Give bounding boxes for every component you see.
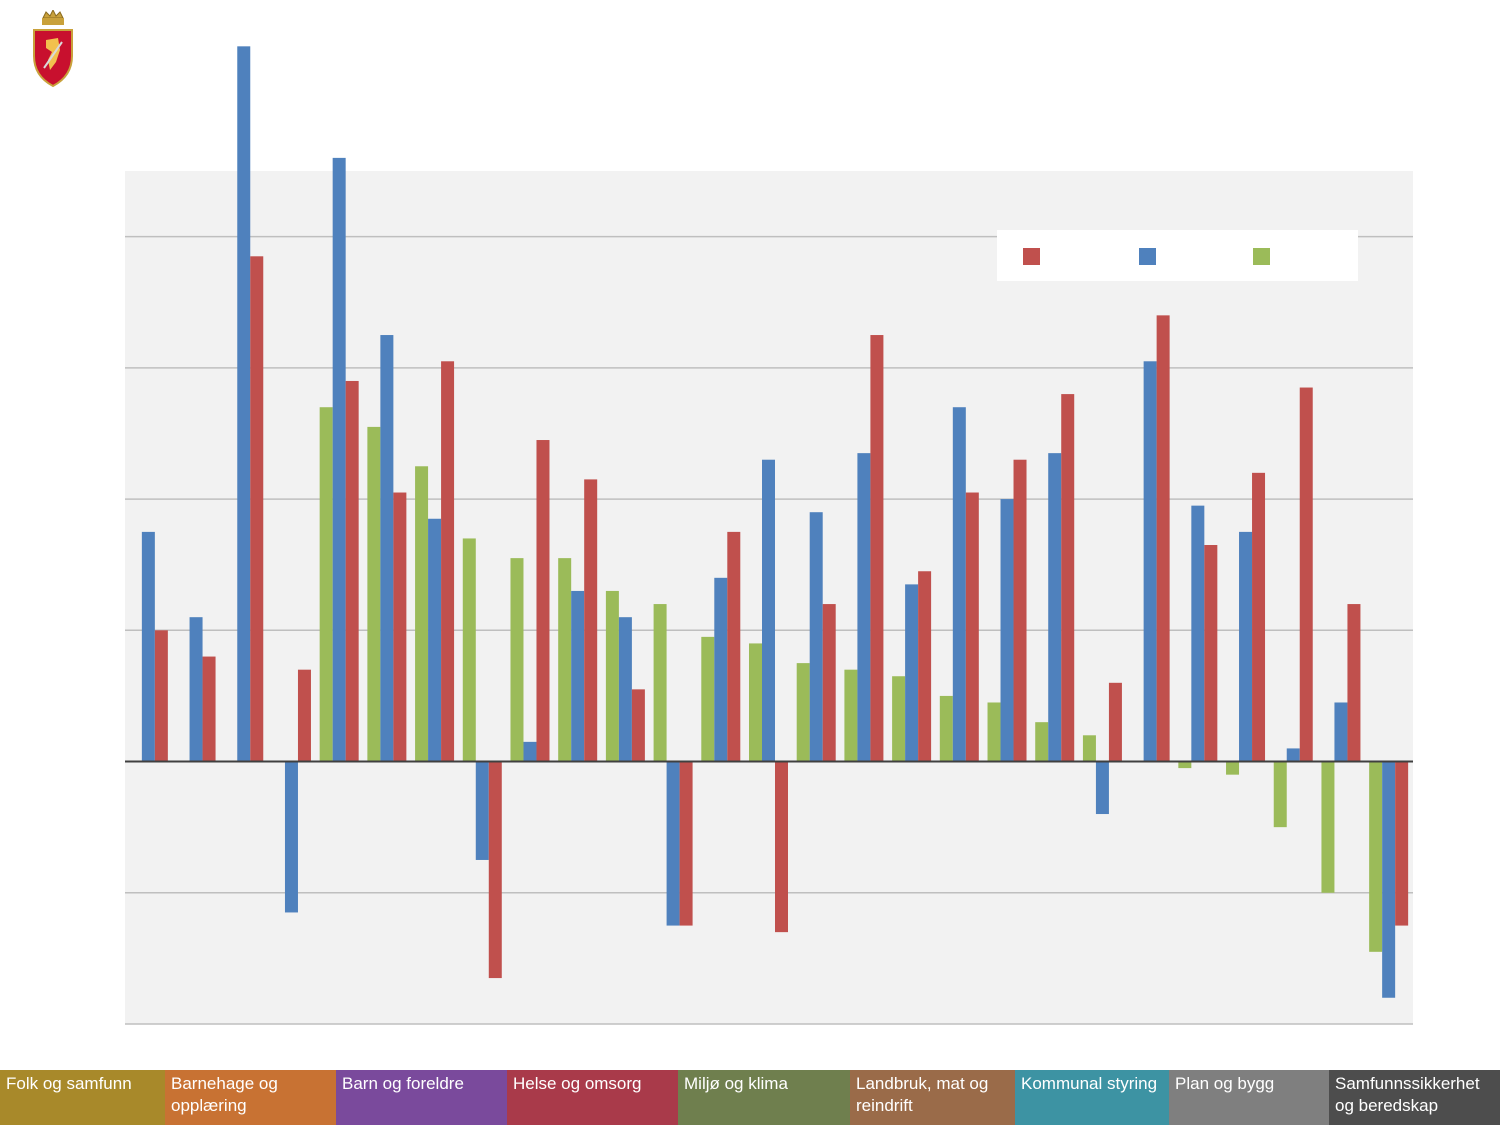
bar: [666, 761, 680, 926]
bar: [415, 466, 429, 762]
bar: [202, 656, 216, 762]
bar: [1239, 531, 1253, 762]
category-barnehage-og-opplaering[interactable]: Barnehage og opplæring: [165, 1070, 336, 1125]
bar: [618, 617, 632, 762]
bar: [571, 590, 585, 762]
bar: [1347, 604, 1361, 762]
bar: [679, 761, 693, 926]
bar: [237, 46, 251, 762]
bar: [952, 407, 966, 762]
category-barn-og-foreldre[interactable]: Barn og foreldre: [336, 1070, 507, 1125]
bar: [1048, 453, 1062, 762]
category-plan-og-bygg[interactable]: Plan og bygg: [1169, 1070, 1329, 1125]
bar: [523, 741, 537, 762]
bar: [1013, 459, 1027, 762]
bar: [475, 761, 489, 860]
bar: [297, 669, 311, 762]
bar: [250, 256, 264, 762]
bar: [441, 361, 455, 762]
bar: [510, 558, 524, 762]
category-miljo-og-klima[interactable]: Miljø og klima: [678, 1070, 850, 1125]
bar: [141, 531, 155, 762]
bar: [1204, 545, 1218, 762]
bar: [284, 761, 298, 913]
category-samfunnssikkerhet-og-beredskap[interactable]: Samfunnssikkerhet og beredskap: [1329, 1070, 1500, 1125]
bar: [796, 663, 810, 762]
bar: [631, 689, 645, 762]
bar: [1321, 761, 1335, 893]
bar: [332, 157, 346, 762]
bar: [1382, 761, 1396, 998]
bar: [987, 702, 1001, 762]
bar: [844, 669, 858, 762]
bar: [1143, 361, 1157, 762]
bar: [462, 538, 476, 762]
bar: [701, 636, 715, 762]
bar: [653, 604, 667, 762]
bar-chart: [125, 46, 1413, 1025]
bar: [1299, 387, 1313, 762]
bar: [345, 380, 359, 762]
bar: [1226, 761, 1240, 775]
bar: [393, 492, 407, 762]
category-folk-og-samfunn[interactable]: Folk og samfunn: [0, 1070, 165, 1125]
bar: [319, 407, 333, 762]
bar: [905, 584, 919, 762]
bar: [1061, 394, 1075, 762]
legend-box: [997, 230, 1358, 281]
bar: [189, 617, 203, 762]
bar: [1000, 499, 1014, 762]
bar: [605, 590, 619, 762]
bar: [714, 577, 728, 762]
bar: [939, 695, 953, 762]
bar: [918, 571, 932, 762]
category-helse-og-omsorg[interactable]: Helse og omsorg: [507, 1070, 678, 1125]
bar: [1108, 682, 1122, 762]
bar: [380, 335, 394, 762]
bar: [749, 643, 762, 762]
bar: [762, 459, 775, 762]
bar: [1082, 735, 1096, 762]
legend-swatch-green: [1253, 248, 1270, 265]
category-landbruk-mat-og-reindrift[interactable]: Landbruk, mat og reindrift: [850, 1070, 1015, 1125]
bar: [1095, 761, 1109, 815]
bar: [892, 676, 906, 762]
bar: [1252, 472, 1266, 762]
bar: [367, 426, 381, 762]
bar: [727, 531, 741, 762]
bar: [822, 604, 836, 762]
legend-swatch-red: [1023, 248, 1040, 265]
bar: [584, 479, 598, 762]
bar: [965, 492, 979, 762]
bar: [857, 453, 871, 762]
legend: [997, 230, 1358, 281]
bar: [154, 630, 168, 762]
bar: [1035, 722, 1049, 762]
bar: [870, 335, 884, 762]
bar: [428, 518, 442, 762]
bar: [1334, 702, 1348, 762]
bar: [775, 761, 788, 933]
bar: [1191, 505, 1205, 762]
bar: [1369, 761, 1383, 952]
category-kommunal-styring[interactable]: Kommunal styring: [1015, 1070, 1169, 1125]
bar: [809, 512, 823, 762]
category-footer: Folk og samfunn Barnehage og opplæring B…: [0, 1070, 1500, 1125]
bar: [1286, 748, 1300, 762]
bar: [1273, 761, 1287, 828]
bar: [1156, 315, 1170, 762]
bar: [488, 761, 502, 979]
bar: [1395, 761, 1409, 926]
legend-swatch-blue: [1139, 248, 1156, 265]
bar: [558, 558, 572, 762]
bar: [536, 440, 550, 762]
